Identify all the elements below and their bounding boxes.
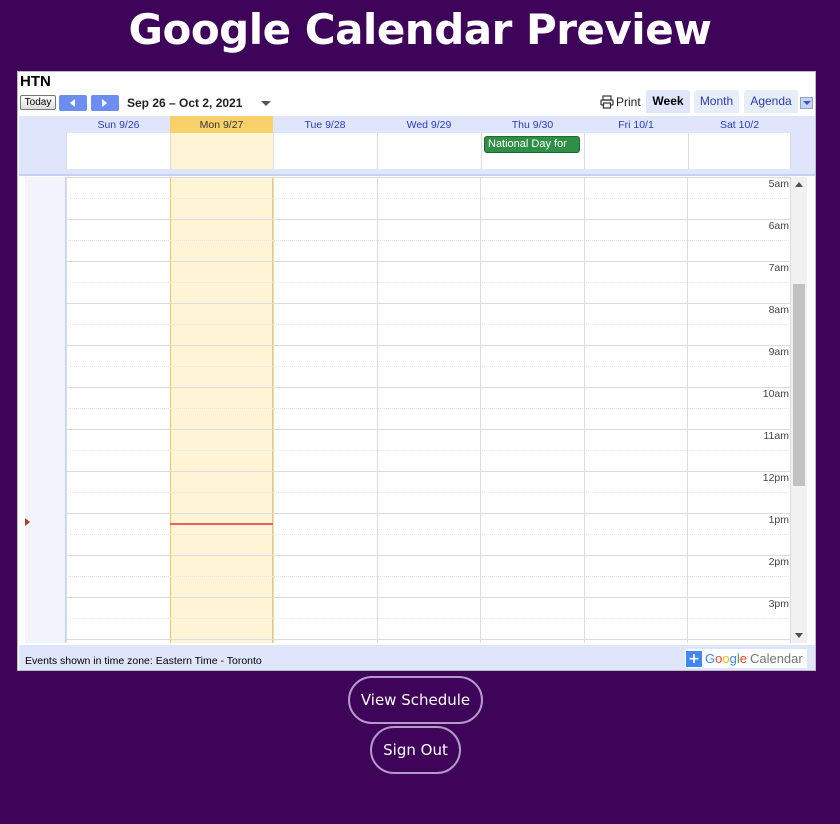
hour-label-7am: 7am <box>768 262 789 274</box>
view-dropdown-icon[interactable] <box>800 97 813 109</box>
scrollbar-thumb[interactable] <box>793 284 805 486</box>
plus-icon: + <box>686 650 702 667</box>
time-gutter <box>25 177 66 643</box>
day-header-sun[interactable]: Sun 9/26 <box>67 116 170 133</box>
hour-label-11am: 11am <box>763 430 790 442</box>
google-logo: Google <box>705 651 747 666</box>
all-day-event[interactable]: National Day for <box>484 136 580 153</box>
hour-line <box>66 597 791 598</box>
half-hour-line <box>66 450 791 451</box>
scroll-up-icon[interactable] <box>795 182 803 187</box>
hour-line <box>66 219 791 220</box>
half-hour-line <box>66 324 791 325</box>
day-column-wed[interactable] <box>377 177 480 643</box>
all-day-cell-sun[interactable] <box>66 133 170 169</box>
view-schedule-button[interactable]: View Schedule <box>348 676 483 724</box>
hour-line <box>66 513 791 514</box>
hour-label-2pm: 2pm <box>768 556 789 568</box>
day-header-fri[interactable]: Fri 10/1 <box>584 116 688 133</box>
hour-label-12pm: 12pm <box>762 472 789 484</box>
hour-line <box>66 471 791 472</box>
hour-line <box>66 177 791 178</box>
all-day-cell-thu[interactable]: National Day for <box>481 133 584 169</box>
all-day-cell-sat[interactable] <box>688 133 791 169</box>
timezone-text: Events shown in time zone: Eastern Time … <box>25 655 262 667</box>
next-week-button[interactable] <box>91 95 119 111</box>
half-hour-line <box>66 198 791 199</box>
hour-label-6am: 6am <box>768 220 789 232</box>
calendar-word: Calendar <box>749 651 803 666</box>
scroll-down-icon[interactable] <box>795 633 803 638</box>
hour-line <box>66 303 791 304</box>
google-calendar-badge[interactable]: + Google Calendar <box>685 649 807 668</box>
hour-label-5am: 5am <box>768 178 789 190</box>
print-link[interactable]: Print <box>600 94 641 110</box>
hour-line <box>66 555 791 556</box>
hour-line <box>66 639 791 640</box>
all-day-cell-wed[interactable] <box>377 133 481 169</box>
header-divider <box>19 174 815 176</box>
hour-line <box>66 387 791 388</box>
hour-line <box>66 429 791 430</box>
tab-agenda[interactable]: Agenda <box>744 90 798 113</box>
day-header-wed[interactable]: Wed 9/29 <box>377 116 481 133</box>
hour-label-9am: 9am <box>768 346 789 358</box>
print-label: Print <box>616 95 641 109</box>
page-title: Google Calendar Preview <box>128 5 712 54</box>
day-header-tue[interactable]: Tue 9/28 <box>273 116 377 133</box>
hour-line <box>66 261 791 262</box>
day-header-thu[interactable]: Thu 9/30 <box>481 116 584 133</box>
calendar-name: HTN <box>20 73 51 90</box>
calendar-footer: Events shown in time zone: Eastern Time … <box>19 645 815 670</box>
day-header-sat[interactable]: Sat 10/2 <box>688 116 791 133</box>
all-day-cell-mon[interactable] <box>170 133 273 169</box>
half-hour-line <box>66 282 791 283</box>
half-hour-line <box>66 492 791 493</box>
chevron-left-icon <box>70 99 75 107</box>
current-time-marker <box>25 518 30 526</box>
current-time-line <box>170 523 273 525</box>
half-hour-line <box>66 534 791 535</box>
today-button[interactable]: Today <box>20 95 56 110</box>
half-hour-line <box>66 408 791 409</box>
hour-label-10am: 10am <box>762 388 789 400</box>
half-hour-line <box>66 576 791 577</box>
chevron-right-icon <box>102 99 107 107</box>
half-hour-line <box>66 366 791 367</box>
all-day-cell-tue[interactable] <box>273 133 377 169</box>
day-column-sat[interactable] <box>687 177 791 643</box>
hour-label-3pm: 3pm <box>768 598 789 610</box>
hour-label-1pm: 1pm <box>768 514 789 526</box>
sign-out-button[interactable]: Sign Out <box>370 726 461 774</box>
day-column-sun[interactable] <box>66 177 170 643</box>
week-header: Sun 9/26 Mon 9/27 Tue 9/28 Wed 9/29 Thu … <box>19 116 815 176</box>
day-column-thu[interactable] <box>480 177 584 643</box>
day-column-mon[interactable] <box>170 177 273 643</box>
tab-week[interactable]: Week <box>646 90 690 113</box>
all-day-cell-fri[interactable] <box>584 133 688 169</box>
half-hour-line <box>66 240 791 241</box>
day-column-tue[interactable] <box>273 177 377 643</box>
tab-month[interactable]: Month <box>694 90 739 113</box>
day-header-mon[interactable]: Mon 9/27 <box>170 116 273 133</box>
previous-week-button[interactable] <box>59 95 87 111</box>
calendar-embed: HTN Today Sep 26 – Oct 2, 2021 Print Wee… <box>17 71 816 671</box>
hour-label-8am: 8am <box>768 304 789 316</box>
vertical-scrollbar[interactable] <box>791 177 807 643</box>
hour-line <box>66 345 791 346</box>
day-column-fri[interactable] <box>584 177 687 643</box>
date-range-dropdown-icon[interactable] <box>261 101 271 106</box>
printer-icon <box>600 95 614 109</box>
half-hour-line <box>66 618 791 619</box>
date-range: Sep 26 – Oct 2, 2021 <box>127 96 243 110</box>
time-grid[interactable]: 5am 6am 7am 8am 9am 10am 11am 12pm 1pm 2… <box>25 177 791 643</box>
